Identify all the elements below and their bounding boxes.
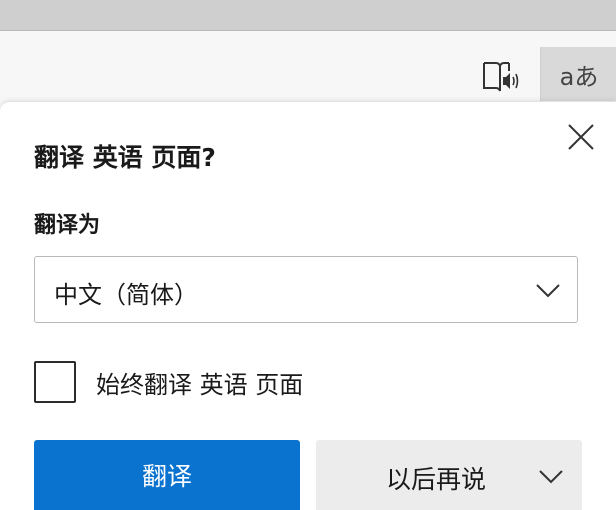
language-select[interactable]: 中文（简体） xyxy=(34,256,578,323)
translate-to-label: 翻译为 xyxy=(34,213,101,238)
translate-icon: aあ xyxy=(559,62,599,91)
dialog-title: 翻译 英语 页面? xyxy=(34,143,216,172)
translate-confirm-button[interactable]: 翻译 xyxy=(34,440,300,510)
browser-toolbar: aあ xyxy=(0,31,616,101)
always-translate-label: 始终翻译 英语 页面 xyxy=(96,371,304,399)
translate-confirm-label: 翻译 xyxy=(141,462,192,491)
read-aloud-icon xyxy=(483,62,519,92)
translate-dialog: 翻译 英语 页面? 翻译为 中文（简体） 始终翻译 英语 页面 翻译 以后再说 xyxy=(0,101,616,510)
read-aloud-button[interactable] xyxy=(474,51,526,101)
chevron-down-icon xyxy=(536,284,560,298)
not-now-label: 以后再说 xyxy=(386,465,487,494)
always-translate-checkbox[interactable] xyxy=(34,361,76,403)
close-button[interactable] xyxy=(562,118,600,156)
close-icon xyxy=(568,124,594,150)
browser-tab-strip xyxy=(0,0,616,31)
chevron-down-icon[interactable] xyxy=(538,463,564,489)
not-now-button[interactable]: 以后再说 xyxy=(316,440,582,510)
translate-button[interactable]: aあ xyxy=(540,47,616,101)
language-select-value: 中文（简体） xyxy=(54,281,198,309)
